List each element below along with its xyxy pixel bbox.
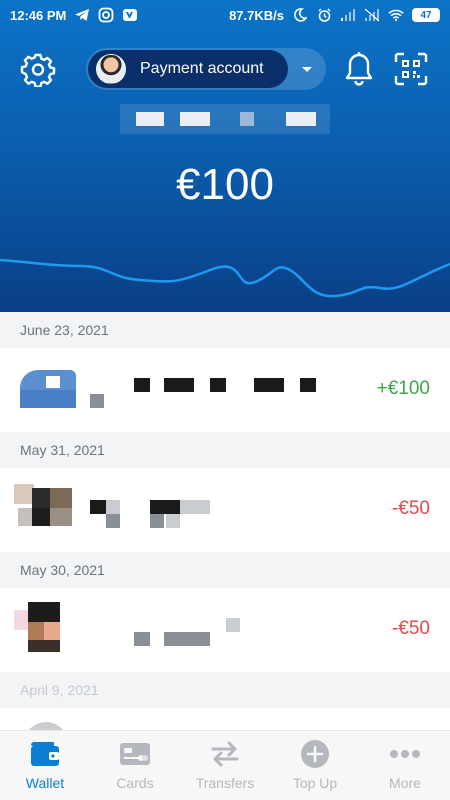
redacted-name [88,374,328,410]
plus-circle-icon [299,739,331,769]
wallet-icon [29,739,61,769]
network-speed: 87.7KB/s [229,7,284,23]
transaction-amount: -€50 [391,618,430,639]
qr-code-icon [393,52,429,91]
account-selector[interactable]: Payment account [86,48,326,90]
telegram-icon [74,7,90,23]
transaction-row[interactable]: -€50 [0,468,450,552]
nav-top-up[interactable]: Top Up [270,731,360,800]
nav-label: Transfers [195,775,255,791]
balance-wave-graphic [0,258,450,298]
nav-cards[interactable]: Cards [90,731,180,800]
signal-icon [364,7,380,23]
status-left: 12:46 PM [10,7,138,23]
chevron-down-icon[interactable] [298,60,316,78]
bottom-navigation: Wallet Cards Transfers Top Up More [0,730,450,800]
date-header: April 9, 2021 [0,672,450,708]
qr-scan-button[interactable] [393,51,429,87]
nav-wallet[interactable]: Wallet [0,731,90,800]
transaction-row[interactable] [0,708,450,730]
wallet-header: 12:46 PM 87.7KB/s 47 Payment account €10… [0,0,450,312]
alarm-icon [316,7,332,23]
top-toolbar: Payment account [0,44,450,94]
avatar [18,366,78,414]
account-label: Payment account [140,60,264,77]
moon-icon [292,7,308,23]
battery-icon: 47 [412,8,440,22]
wifi-icon [388,7,404,23]
transaction-row[interactable]: -€50 [0,588,450,672]
status-bar: 12:46 PM 87.7KB/s 47 [0,0,450,30]
redaction-block [286,112,316,126]
more-icon [389,739,421,769]
nav-more[interactable]: More [360,731,450,800]
nav-label: Cards [116,775,154,791]
date-header: May 30, 2021 [0,552,450,588]
redaction-block [180,112,210,126]
masked-account-number [120,104,330,134]
status-time: 12:46 PM [10,7,67,23]
transaction-list[interactable]: June 23, 2021 +€100 May 31, 2021 -€50 Ma… [0,312,450,730]
vk-icon [122,7,138,23]
gear-icon [20,53,56,91]
bell-icon [342,52,376,92]
notifications-button[interactable] [342,50,376,88]
transaction-row[interactable]: +€100 [0,348,450,432]
redacted-name [88,614,328,650]
nav-label: Top Up [292,775,338,791]
avatar [96,54,126,84]
instagram-icon [98,7,114,23]
nav-label: Wallet [25,775,65,791]
redaction-block [136,112,164,126]
signal-icon [340,7,356,23]
balance-amount: €100 [176,160,274,209]
card-icon [119,739,151,769]
settings-button[interactable] [20,51,56,88]
nav-transfers[interactable]: Transfers [180,731,270,800]
transaction-amount: +€100 [376,378,430,399]
account-chip[interactable]: Payment account [88,50,288,88]
redacted-name [88,494,328,530]
avatar [14,484,78,534]
date-header: May 31, 2021 [0,432,450,468]
status-right: 87.7KB/s 47 [229,7,440,23]
date-header: June 23, 2021 [0,312,450,348]
avatar [14,602,78,654]
redaction-block [240,112,254,126]
transfer-icon [209,739,241,769]
transaction-amount: -€50 [391,498,430,519]
nav-label: More [389,775,421,791]
